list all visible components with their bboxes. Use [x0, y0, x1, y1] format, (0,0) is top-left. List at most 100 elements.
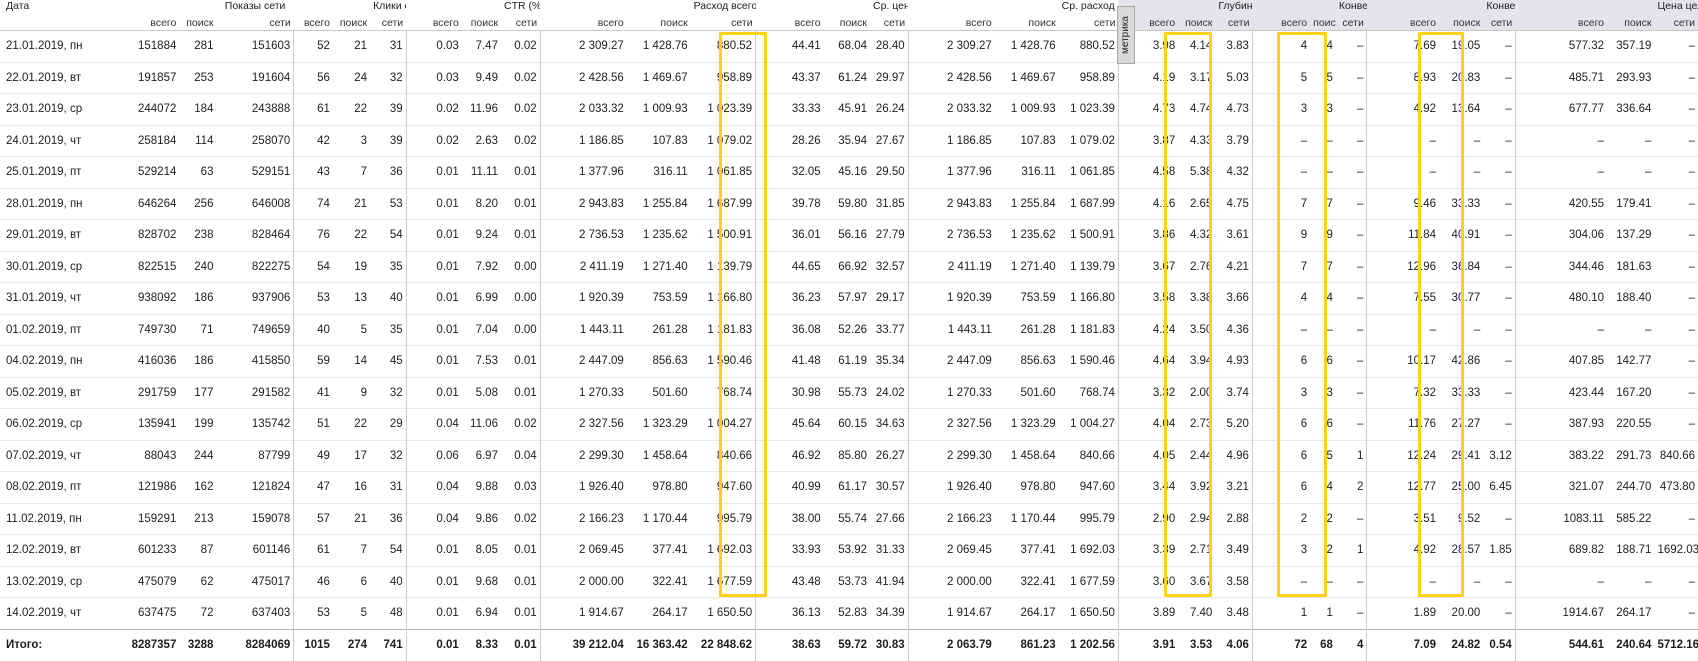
subheader-search[interactable]: поиск: [333, 17, 370, 31]
cell-net: 4.21: [1215, 250, 1253, 283]
cell-net: 749659: [216, 313, 294, 346]
cell-search: 2: [1310, 534, 1336, 566]
cell-net: 29: [370, 408, 407, 440]
subheader-net[interactable]: сети: [1215, 17, 1253, 31]
header-conversion-rate[interactable]: Конверсия (%): [1483, 0, 1516, 17]
cell-net: 1 004.27: [1058, 408, 1119, 440]
cell-search: 3.38: [1178, 282, 1216, 314]
cell-net: 1: [1335, 439, 1367, 472]
cell-net: 1 166.80: [1058, 282, 1119, 314]
header-avg-cpc[interactable]: Ср. цена клика, руб.: [870, 0, 908, 17]
cell-net: –: [1335, 61, 1367, 94]
subheader-all[interactable]: всего: [540, 17, 627, 31]
cell-search: 167.20: [1607, 376, 1655, 409]
subheader-net[interactable]: сети: [691, 17, 756, 31]
subheader-net[interactable]: сети: [1483, 17, 1516, 31]
cell-search: 60.15: [823, 408, 871, 440]
cell-net: 840.66: [1654, 439, 1698, 472]
cell-net: 27.66: [870, 502, 909, 535]
header-shows[interactable]: Показы сети: [216, 0, 293, 17]
cell-search: 21: [332, 502, 371, 535]
cell-all: 822515: [121, 250, 180, 283]
cell-all: 12.96: [1366, 250, 1439, 283]
cell-search: 107.83: [626, 124, 691, 157]
subheader-all[interactable]: всего: [1366, 17, 1439, 31]
cell-net: 0.01: [500, 376, 541, 409]
subheader-search[interactable]: поиск: [1439, 17, 1484, 31]
cell-all: 76: [293, 219, 333, 251]
subheader-all[interactable]: всего: [122, 17, 180, 31]
cell-search: 9: [332, 376, 371, 409]
cell-all: 3: [1251, 93, 1311, 125]
cell-all: 52: [293, 30, 333, 62]
header-date[interactable]: Дата: [0, 0, 122, 17]
cell-search: 137.29: [1607, 219, 1655, 251]
subheader-all[interactable]: всего: [756, 17, 824, 31]
subheader-net[interactable]: сети: [216, 17, 293, 31]
cell-net: 3.49: [1215, 534, 1253, 566]
cell-net: 0.02: [500, 502, 541, 535]
cell-all: 53: [293, 282, 333, 314]
cell-net: 151603: [216, 30, 294, 62]
subheader-net[interactable]: сети: [870, 17, 908, 31]
header-depth[interactable]: Глубина (стр.): [1215, 0, 1253, 17]
cell-all: 637475: [121, 597, 180, 629]
cell-all: 6: [1251, 408, 1311, 440]
subheader-all[interactable]: всего: [294, 17, 333, 31]
subheader-net[interactable]: сети: [501, 17, 540, 31]
subheader-net[interactable]: сети: [1654, 17, 1698, 31]
subheader-net[interactable]: сети: [1335, 17, 1367, 31]
cell-all: 1 920.39: [907, 282, 995, 314]
subheader-net[interactable]: сети: [370, 17, 406, 31]
subheader-all[interactable]: всего: [1515, 17, 1608, 31]
cell-net: –: [1483, 376, 1516, 409]
cell-search: 53.92: [823, 534, 871, 566]
subheader-search[interactable]: поиск: [627, 17, 691, 31]
cell-all: 2 428.56: [539, 61, 627, 94]
cell-net: 1 023.39: [690, 93, 756, 125]
cell-all: 2 033.32: [539, 93, 627, 125]
cell-all: 54: [293, 250, 333, 283]
cell-net: –: [1654, 93, 1698, 125]
cell-all: 938092: [121, 282, 180, 314]
cell-search: 978.80: [994, 471, 1059, 503]
cell-all: 0.02: [405, 93, 462, 125]
metrika-toggle-tab[interactable]: метрика: [1117, 6, 1135, 64]
header-goal-price[interactable]: Цена цели, руб.: [1654, 0, 1698, 17]
header-spend[interactable]: Расход всего, руб.: [691, 0, 756, 17]
header-avg-daily-spend[interactable]: Ср. расход за день, руб.: [1059, 0, 1119, 17]
cell-net: 2.88: [1215, 502, 1253, 535]
header-clicks[interactable]: Клики сети: [370, 0, 406, 17]
subheader-search[interactable]: поиск: [179, 17, 216, 31]
cell-all: 244072: [121, 93, 180, 125]
cell-net: 3.66: [1215, 282, 1253, 314]
cell-all: 1 186.85: [907, 124, 995, 157]
header-ctr[interactable]: CTR (%): [501, 0, 540, 17]
subheader-net[interactable]: сети: [1059, 17, 1119, 31]
cell-search: 179.41: [1607, 187, 1655, 220]
subheader-all[interactable]: всего: [1252, 17, 1311, 31]
cell-all: 61: [293, 93, 333, 125]
cell-net: 33.77: [870, 313, 909, 346]
cell-all: –: [1251, 156, 1311, 188]
header-conversions[interactable]: Конверсии: [1335, 0, 1367, 17]
cell-net: –: [1335, 124, 1367, 157]
cell-net: –: [1654, 61, 1698, 94]
subheader-search[interactable]: поиск: [462, 17, 501, 31]
cell-all: 46.92: [755, 439, 824, 472]
subheader-all[interactable]: всего: [406, 17, 462, 31]
cell-search: 4.74: [1178, 93, 1216, 125]
cell-search: 3.53: [1178, 628, 1216, 661]
subheader-search[interactable]: поиск: [1310, 17, 1336, 31]
cell-search: 2: [1310, 502, 1336, 535]
cell-net: 646008: [216, 187, 294, 220]
cell-search: 28.57: [1439, 534, 1484, 566]
subheader-search[interactable]: поиск: [995, 17, 1059, 31]
subheader-search[interactable]: поиск: [1607, 17, 1655, 31]
cell-all: 1 270.33: [907, 376, 995, 409]
subheader-search[interactable]: поиск: [1178, 17, 1216, 31]
cell-net: 0.02: [500, 61, 541, 94]
subheader-search[interactable]: поиск: [824, 17, 870, 31]
cell-all: 544.61: [1514, 628, 1608, 661]
subheader-all[interactable]: всего: [908, 17, 995, 31]
